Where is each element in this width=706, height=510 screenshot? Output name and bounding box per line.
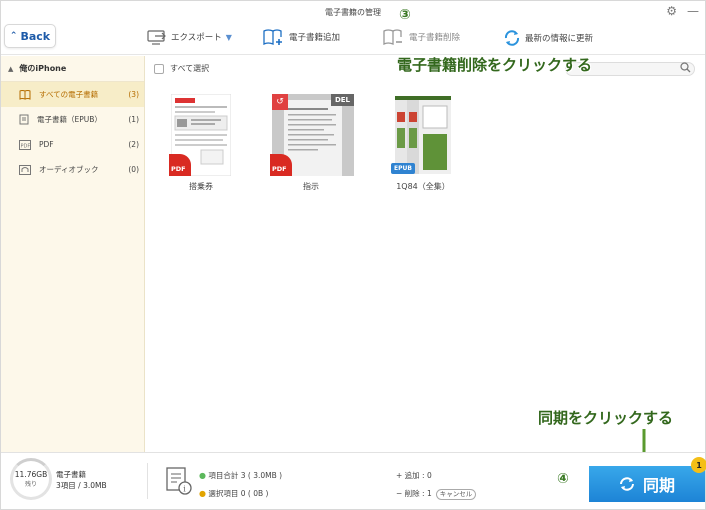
svg-text:i: i <box>183 485 186 494</box>
book-cover[interactable]: EPUB <box>391 94 453 176</box>
book-title: 1Q84（全集） <box>396 182 450 191</box>
device-name: 俺のiPhone <box>19 64 67 73</box>
total-items: 項目合計 3 ( 3.0MB ) <box>208 471 283 480</box>
deleted-count: − 削除 : 1 <box>396 489 432 498</box>
sync-label: 同期 <box>642 476 675 495</box>
sync-icon <box>619 477 634 491</box>
epub-file-icon <box>19 114 29 125</box>
export-icon <box>147 30 166 45</box>
select-all-checkbox[interactable] <box>154 63 164 74</box>
sidebar-item-count: (3) <box>128 90 139 99</box>
book-title: 搭乗券 <box>189 182 213 191</box>
pdf-badge: PDF <box>169 154 191 176</box>
refresh-icon <box>504 30 520 46</box>
sidebar-item-label: オーディオブック <box>39 165 99 174</box>
green-dot-icon: ● <box>199 471 206 480</box>
undo-arrow-icon[interactable]: ↺ <box>272 94 288 110</box>
chevron-up-icon: ⌃ <box>9 31 18 41</box>
item-stats: ● 項目合計 3 ( 3.0MB ) ● 選択項目 0 ( 0B ) <box>199 467 282 503</box>
refresh-button[interactable]: 最新の情報に更新 <box>503 29 593 47</box>
storage-value: 11.76GB <box>14 470 48 479</box>
sidebar-item-epub[interactable]: 電子書籍（EPUB） (1) <box>1 107 144 132</box>
orange-dot-icon: ● <box>199 489 206 498</box>
audiobook-icon <box>19 164 31 175</box>
search-icon[interactable] <box>680 62 691 73</box>
storage-label: 残り <box>24 481 37 488</box>
sidebar-item-count: (0) <box>128 165 139 174</box>
caret-down-icon: ▼ <box>225 32 232 42</box>
minimize-icon[interactable]: — <box>687 4 699 18</box>
sync-count-badge: 1 <box>691 457 706 473</box>
book-title: 指示 <box>303 182 319 191</box>
sidebar-item-count: (1) <box>128 115 139 124</box>
add-ebook-label: 電子書籍追加 <box>289 33 341 43</box>
window-title: 電子書籍の管理 <box>325 8 381 17</box>
status-bar: 11.76GB 残り 電子書籍 3項目 / 3.0MB i ● 項目合計 3 (… <box>1 452 705 509</box>
category-detail: 3項目 / 3.0MB <box>56 481 107 490</box>
book-cover[interactable]: PDF <box>169 93 232 177</box>
title-bar: 電子書籍の管理 ⚙ — <box>1 1 705 23</box>
export-label: エクスポート <box>171 33 222 43</box>
step-4-number: ④ <box>557 471 569 487</box>
delete-ebook-button[interactable]: 電子書籍削除 <box>383 29 460 45</box>
collapse-triangle-icon[interactable]: ▲ <box>8 65 13 73</box>
pdf-badge: PDF <box>270 154 292 176</box>
step-3-number: ③ <box>399 7 411 23</box>
book-item-instructions[interactable]: ↺ DEL PDF 指示 <box>270 94 354 192</box>
book-icon <box>19 89 31 100</box>
add-ebook-button[interactable]: 電子書籍追加 <box>263 29 340 45</box>
step-4-instruction: 同期をクリックする <box>538 409 674 427</box>
add-book-icon <box>263 29 282 45</box>
book-item-1q84[interactable]: EPUB 1Q84（全集） <box>384 94 462 192</box>
main-content: すべて選択 PDF 搭乗券 ↺ DEL PDF 指示 EPUB 1Q84（全集） <box>146 56 705 452</box>
sidebar-item-label: PDF <box>39 140 54 149</box>
back-button-label: Back <box>20 29 51 43</box>
sidebar-item-pdf[interactable]: PDF PDF (2) <box>1 132 144 157</box>
book-item-boarding-pass[interactable]: PDF 搭乗券 <box>162 93 240 192</box>
delete-ebook-label: 電子書籍削除 <box>409 33 461 43</box>
app-window: 電子書籍の管理 ⚙ — ⌃ Back エクスポート ▼ 電子書籍追加 電子書籍削… <box>0 0 706 510</box>
pdf-file-icon: PDF <box>19 139 31 150</box>
document-info-icon: i <box>166 467 192 495</box>
select-all-label[interactable]: すべて選択 <box>170 63 209 74</box>
window-controls: ⚙ — <box>666 4 699 18</box>
category-summary: 電子書籍 3項目 / 3.0MB <box>56 469 107 491</box>
delete-badge: DEL <box>330 94 354 106</box>
sidebar: ▲ 俺のiPhone すべての電子書籍 (3) 電子書籍（EPUB） (1) P… <box>1 56 145 452</box>
sidebar-item-audiobook[interactable]: オーディオブック (0) <box>1 157 144 182</box>
device-header[interactable]: ▲ 俺のiPhone <box>1 56 144 82</box>
category-name: 電子書籍 <box>56 470 86 479</box>
divider <box>147 463 148 499</box>
export-button[interactable]: エクスポート ▼ <box>147 29 232 45</box>
epub-badge: EPUB <box>391 163 415 174</box>
sidebar-item-label: すべての電子書籍 <box>39 90 99 99</box>
delete-book-icon <box>383 29 402 45</box>
sidebar-item-all-ebooks[interactable]: すべての電子書籍 (3) <box>1 82 144 107</box>
sidebar-item-label: 電子書籍（EPUB） <box>37 115 102 124</box>
book-cover[interactable]: ↺ DEL PDF <box>270 94 354 176</box>
pending-operations: + 追加 : 0 − 削除 : 1 キャンセル <box>396 467 477 503</box>
svg-text:PDF: PDF <box>21 143 31 149</box>
refresh-label: 最新の情報に更新 <box>525 34 594 44</box>
cancel-button[interactable]: キャンセル <box>435 489 477 500</box>
storage-ring: 11.76GB 残り <box>10 458 52 500</box>
step-3-instruction: 電子書籍削除をクリックする <box>397 56 593 74</box>
settings-gear-icon[interactable]: ⚙ <box>666 4 677 18</box>
sidebar-item-count: (2) <box>128 140 139 149</box>
added-count: + 追加 : 0 <box>396 471 432 480</box>
selected-items: 選択項目 0 ( 0B ) <box>208 489 269 498</box>
sync-button[interactable]: 同期 <box>589 466 705 502</box>
back-button[interactable]: ⌃ Back <box>4 24 56 48</box>
toolbar: ⌃ Back エクスポート ▼ 電子書籍追加 電子書籍削除 最新の情報に更新 <box>1 23 705 55</box>
